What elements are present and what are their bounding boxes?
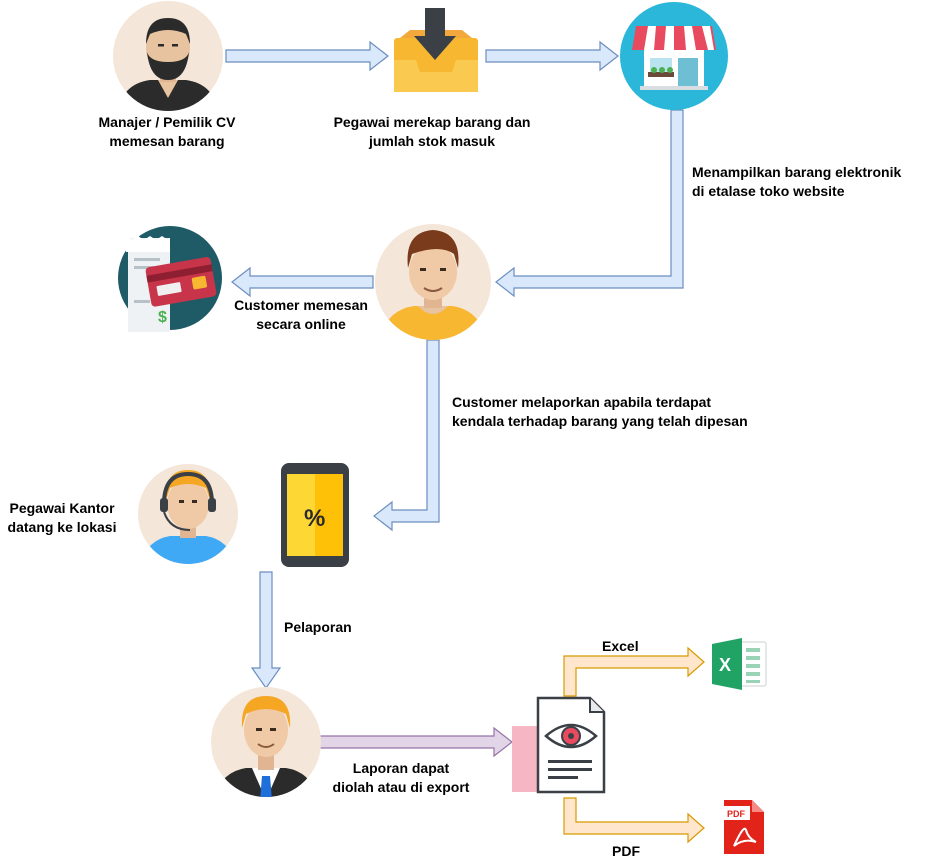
excel-file-icon: X: [712, 638, 767, 690]
svg-text:$: $: [158, 309, 167, 326]
pdf-file-icon: PDF: [724, 800, 764, 854]
arrow-customer-to-payment: [231, 266, 374, 298]
customer-avatar-icon: [375, 224, 491, 340]
label-show-items: Menampilkan barang elektronik di etalase…: [692, 164, 902, 199]
report-document-icon: [512, 696, 606, 794]
phone-discount-icon: %: [281, 463, 349, 567]
label-manager-order: Manajer / Pemilik CV memesan barang: [98, 114, 236, 149]
label-staff-record: Pegawai merekap barang dan jumlah stok m…: [333, 114, 531, 149]
arrow-customer-to-phone: [373, 339, 440, 532]
arrow-report-to-pdf: [563, 797, 705, 844]
label-office-staff: Pegawai Kantor datang ke lokasi: [7, 500, 117, 535]
arrow-manager-to-report: [319, 726, 513, 758]
flow-diagram: $ % X PDF Manajer / Pemilik CV memesan b…: [0, 0, 932, 862]
label-customer-order: Customer memesan secara online: [234, 297, 368, 332]
label-reporting: Pelaporan: [284, 619, 352, 635]
label-pdf: PDF: [612, 843, 640, 859]
office-staff-avatar-icon: [138, 464, 238, 564]
manager-avatar-icon: [113, 1, 223, 111]
arrow-inbox-to-store: [485, 40, 619, 72]
manager-suit-avatar-icon: [211, 687, 321, 797]
pdf-icon-label: PDF: [727, 809, 746, 819]
label-report-export: Laporan dapat diolah atau di export: [332, 760, 470, 795]
label-excel: Excel: [602, 638, 639, 654]
svg-text:%: %: [304, 505, 325, 532]
svg-text:X: X: [719, 655, 731, 675]
payment-receipt-icon: $: [118, 226, 222, 332]
label-customer-report: Customer melaporkan apabila terdapat ken…: [452, 394, 748, 429]
inbox-tray-icon: [394, 8, 478, 92]
store-icon: [620, 2, 728, 110]
arrow-staff-to-manager: [250, 571, 282, 690]
arrow-manager-to-inbox: [225, 40, 389, 72]
